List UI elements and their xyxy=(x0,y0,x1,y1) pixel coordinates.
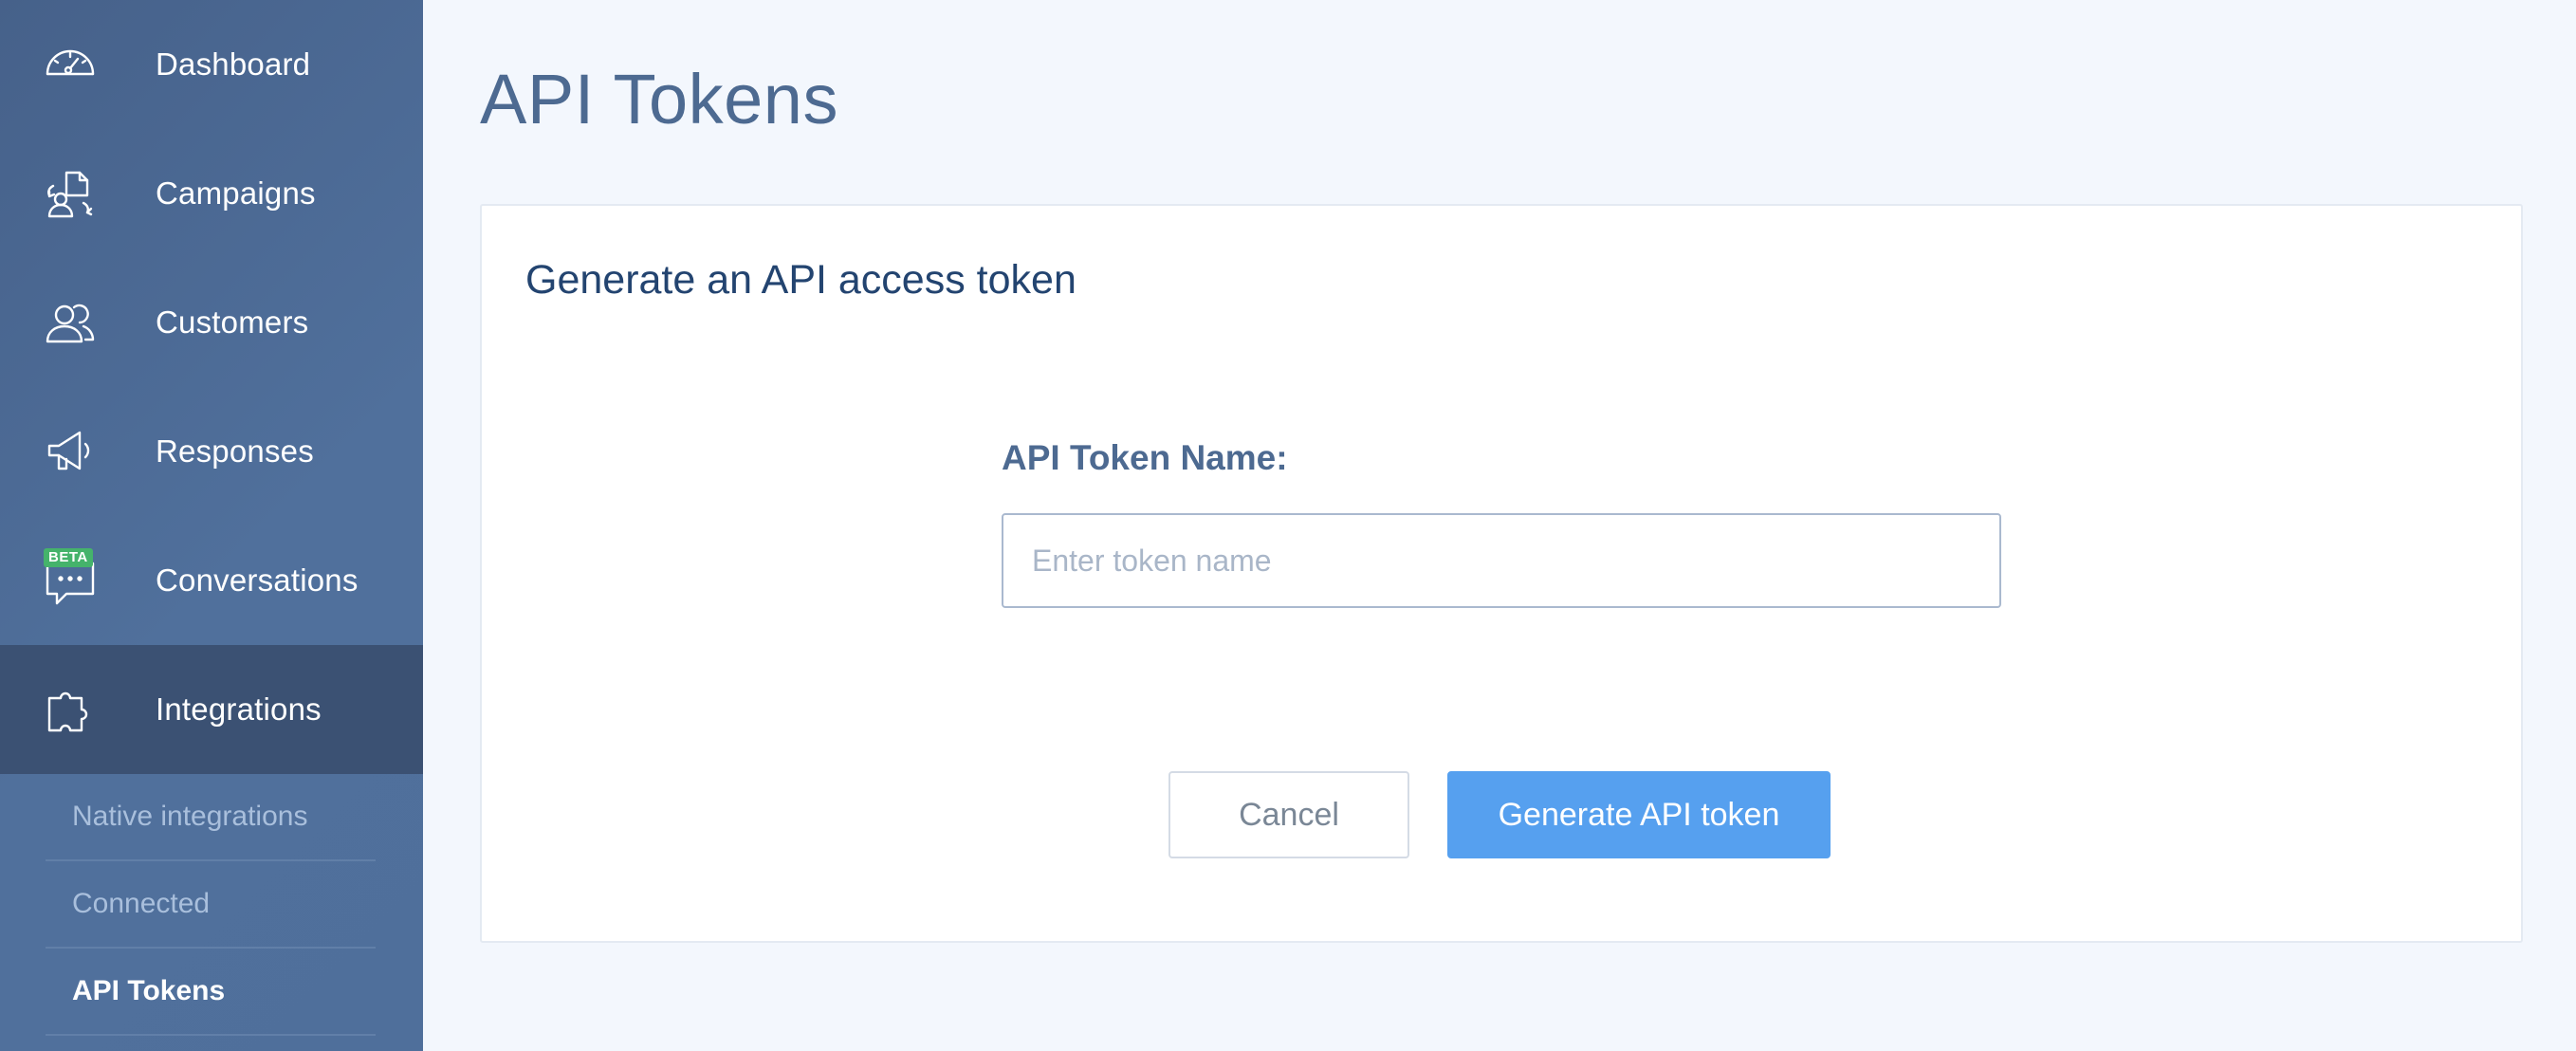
sidebar-item-campaigns[interactable]: Campaigns xyxy=(0,129,423,258)
token-name-label: API Token Name: xyxy=(1002,438,1288,477)
integrations-subnav: Native integrations Connected API Tokens xyxy=(0,774,423,1036)
token-form-card: Generate an API access token API Token N… xyxy=(480,204,2523,943)
sidebar-item-responses[interactable]: Responses xyxy=(0,387,423,516)
speedometer-icon xyxy=(0,0,156,129)
sidebar-item-conversations[interactable]: BETA Conversations xyxy=(0,516,423,645)
card-title: Generate an API access token xyxy=(525,257,1076,303)
chat-bubble-icon: BETA xyxy=(0,516,156,645)
sidebar-item-integrations[interactable]: Integrations xyxy=(0,645,423,774)
app-root: Dashboard Campaigns Customers Responses … xyxy=(0,0,2576,1051)
main-content: API Tokens Generate an API access token … xyxy=(423,0,2576,1051)
sidebar-item-label: Campaigns xyxy=(156,175,316,211)
subnav-item-connected[interactable]: Connected xyxy=(46,861,376,949)
generate-token-button[interactable]: Generate API token xyxy=(1447,771,1831,858)
subnav-item-api-tokens[interactable]: API Tokens xyxy=(46,949,376,1036)
megaphone-icon xyxy=(0,387,156,516)
sidebar-item-label: Conversations xyxy=(156,562,359,598)
customers-icon xyxy=(0,258,156,387)
sidebar-item-label: Responses xyxy=(156,433,314,469)
sidebar: Dashboard Campaigns Customers Responses … xyxy=(0,0,423,1051)
sidebar-item-customers[interactable]: Customers xyxy=(0,258,423,387)
token-name-input[interactable] xyxy=(1002,513,2001,608)
sidebar-item-label: Customers xyxy=(156,304,309,340)
page-title: API Tokens xyxy=(480,60,838,138)
puzzle-icon xyxy=(0,645,156,774)
subnav-item-native-integrations[interactable]: Native integrations xyxy=(46,774,376,861)
sidebar-item-label: Dashboard xyxy=(156,46,311,82)
cancel-button[interactable]: Cancel xyxy=(1168,771,1409,858)
sidebar-item-label: Integrations xyxy=(156,691,322,727)
beta-badge: BETA xyxy=(44,548,93,567)
sidebar-item-dashboard[interactable]: Dashboard xyxy=(0,0,423,129)
campaign-icon xyxy=(0,129,156,258)
